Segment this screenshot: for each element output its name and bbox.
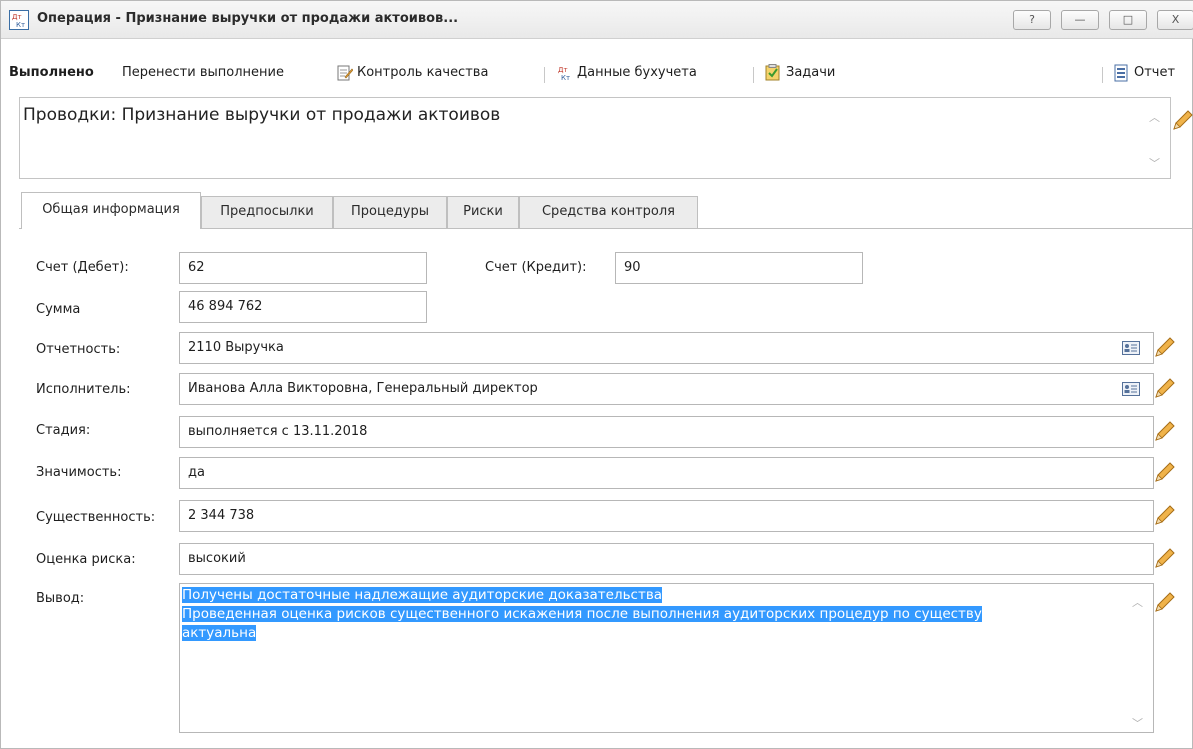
- conclusion-label: Вывод:: [36, 591, 85, 606]
- edit-pencil-icon[interactable]: [1152, 420, 1176, 444]
- edit-pencil-icon[interactable]: [1152, 461, 1176, 485]
- operation-window: Дт Кт Операция - Признание выручки от пр…: [0, 0, 1193, 749]
- significance-field[interactable]: да: [179, 457, 1154, 489]
- report-icon[interactable]: [1113, 64, 1129, 82]
- window-title: Операция - Признание выручки от продажи …: [37, 11, 459, 26]
- stage-field[interactable]: выполняется с 13.11.2018: [179, 416, 1154, 448]
- stage-label: Стадия:: [36, 423, 91, 438]
- scroll-up-icon[interactable]: ︿: [1149, 109, 1160, 125]
- edit-pencil-icon[interactable]: [1152, 504, 1176, 528]
- report-button[interactable]: Отчет: [1134, 65, 1175, 80]
- conclusion-line: Проведенная оценка рисков существенного …: [182, 606, 982, 622]
- svg-text:Кт: Кт: [16, 21, 25, 29]
- edit-pencil-icon[interactable]: [1152, 547, 1176, 571]
- operation-title-text: Проводки: Признание выручки от продажи а…: [23, 105, 501, 125]
- executor-label: Исполнитель:: [36, 382, 131, 397]
- credit-field[interactable]: 90: [615, 252, 863, 284]
- reference-card-icon[interactable]: [1122, 341, 1140, 355]
- reporting-label: Отчетность:: [36, 342, 121, 357]
- quality-control-icon[interactable]: [337, 64, 353, 82]
- svg-text:Дт: Дт: [558, 66, 568, 74]
- help-button[interactable]: ?: [1013, 10, 1051, 30]
- risk-field[interactable]: высокий: [179, 543, 1154, 575]
- edit-pencil-icon[interactable]: [1170, 109, 1193, 133]
- tab-procedures[interactable]: Процедуры: [333, 196, 447, 228]
- reference-card-icon[interactable]: [1122, 382, 1140, 396]
- toolbar-separator: [1102, 67, 1103, 83]
- scroll-up-icon[interactable]: ︿: [1132, 594, 1143, 610]
- debit-label: Счет (Дебет):: [36, 260, 129, 275]
- edit-pencil-icon[interactable]: [1152, 591, 1176, 615]
- toolbar: Выполнено Перенести выполнение Контроль …: [1, 59, 1193, 89]
- significance-label: Значимость:: [36, 465, 122, 480]
- svg-text:Дт: Дт: [12, 13, 22, 21]
- tab-prerequisites[interactable]: Предпосылки: [201, 196, 333, 228]
- credit-label: Счет (Кредит):: [485, 260, 587, 275]
- sum-label: Сумма: [36, 302, 81, 317]
- maximize-button[interactable]: □: [1109, 10, 1147, 30]
- toolbar-separator: [753, 67, 754, 83]
- toolbar-separator: [544, 67, 545, 83]
- quality-control-button[interactable]: Контроль качества: [357, 65, 488, 80]
- conclusion-text[interactable]: Получены достаточные надлежащие аудиторс…: [182, 586, 982, 643]
- close-button[interactable]: X: [1157, 10, 1193, 30]
- edit-pencil-icon[interactable]: [1152, 336, 1176, 360]
- risk-label: Оценка риска:: [36, 552, 136, 567]
- edit-pencil-icon[interactable]: [1152, 377, 1176, 401]
- tasks-icon[interactable]: [765, 64, 781, 82]
- executor-field[interactable]: Иванова Алла Викторовна, Генеральный дир…: [179, 373, 1154, 405]
- reschedule-button[interactable]: Перенести выполнение: [122, 65, 284, 80]
- materiality-label: Существенность:: [36, 510, 156, 525]
- conclusion-line: актуальна: [182, 625, 257, 641]
- done-button[interactable]: Выполнено: [9, 65, 94, 80]
- minimize-button[interactable]: —: [1061, 10, 1099, 30]
- conclusion-line: Получены достаточные надлежащие аудиторс…: [182, 587, 663, 603]
- debit-field[interactable]: 62: [179, 252, 427, 284]
- svg-text:Кт: Кт: [561, 74, 570, 82]
- reporting-field[interactable]: 2110 Выручка: [179, 332, 1154, 364]
- scroll-down-icon[interactable]: ﹀: [1149, 155, 1160, 171]
- tasks-button[interactable]: Задачи: [786, 65, 835, 80]
- title-bar[interactable]: Дт Кт Операция - Признание выручки от пр…: [1, 1, 1193, 39]
- scroll-down-icon[interactable]: ﹀: [1132, 715, 1143, 731]
- debit-credit-icon: Дт Кт: [9, 10, 29, 30]
- sum-field[interactable]: 46 894 762: [179, 291, 427, 323]
- tab-general-info[interactable]: Общая информация: [21, 192, 201, 229]
- debit-credit-small-icon[interactable]: Дт Кт: [556, 64, 572, 82]
- accounting-data-button[interactable]: Данные бухучета: [577, 65, 697, 80]
- tab-risks[interactable]: Риски: [447, 196, 519, 228]
- tab-controls[interactable]: Средства контроля: [519, 196, 698, 228]
- materiality-field[interactable]: 2 344 738: [179, 500, 1154, 532]
